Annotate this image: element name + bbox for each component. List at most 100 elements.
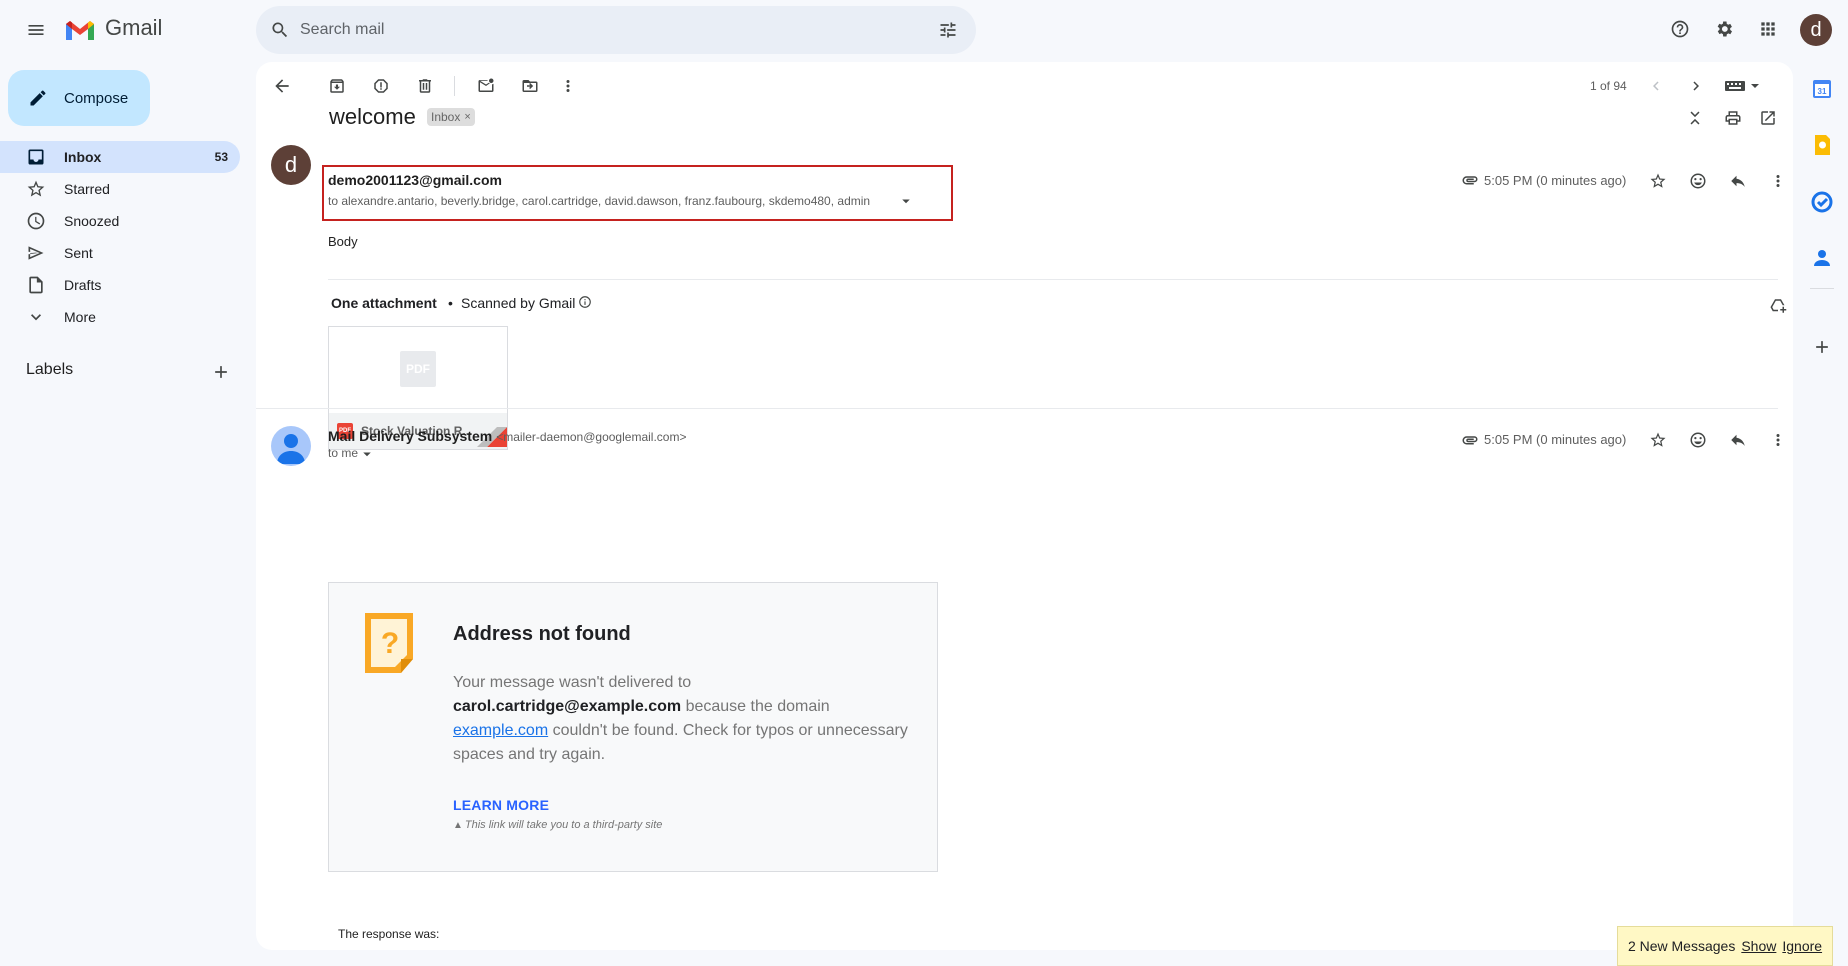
ignore-link[interactable]: Ignore bbox=[1782, 938, 1822, 954]
attachment-divider bbox=[328, 279, 1778, 280]
bounce-text-1: Your message wasn't delivered to bbox=[453, 674, 692, 691]
recipients-list: to alexandre.antario, beverly.bridge, ca… bbox=[328, 194, 871, 208]
new-messages-text: 2 New Messages bbox=[1627, 938, 1736, 954]
inbox-label-chip[interactable]: Inbox × bbox=[427, 108, 475, 126]
remove-label-close-icon[interactable]: × bbox=[464, 111, 470, 123]
app-name: Gmail bbox=[105, 15, 163, 40]
settings-gear-icon[interactable] bbox=[1712, 17, 1736, 41]
account-avatar[interactable]: d bbox=[1800, 14, 1832, 46]
more-options-icon[interactable] bbox=[556, 74, 580, 98]
bounce-text-2: because the domain bbox=[681, 698, 830, 715]
search-icon[interactable] bbox=[268, 18, 292, 42]
attachment-paperclip-icon bbox=[1458, 168, 1482, 192]
compose-button[interactable]: Compose bbox=[8, 70, 150, 126]
contacts-icon[interactable] bbox=[1810, 246, 1834, 270]
sender-avatar[interactable]: d bbox=[271, 145, 311, 185]
print-icon[interactable] bbox=[1721, 106, 1745, 130]
pagination-text: 1 of 94 bbox=[1590, 79, 1627, 93]
unread-count: 53 bbox=[214, 150, 228, 164]
sidebar-item-label: Drafts bbox=[64, 277, 102, 293]
third-party-note-text: This link will take you to a third-party… bbox=[464, 819, 663, 831]
recipients-to-me: to me bbox=[328, 446, 359, 460]
search-input[interactable] bbox=[300, 6, 900, 54]
report-spam-icon[interactable] bbox=[369, 74, 393, 98]
domain-link[interactable]: example.com bbox=[453, 722, 548, 739]
show-link[interactable]: Show bbox=[1741, 938, 1776, 954]
archive-icon[interactable] bbox=[325, 74, 349, 98]
message-more-options-icon[interactable] bbox=[1766, 428, 1790, 452]
sidebar-item-drafts[interactable]: Drafts bbox=[0, 269, 240, 301]
back-arrow-icon[interactable] bbox=[270, 74, 294, 98]
sender-address: <mailer-daemon@googlemail.com> bbox=[496, 430, 687, 444]
bullet-separator: • bbox=[448, 295, 453, 311]
third-party-note: ▲ This link will take you to a third-par… bbox=[453, 819, 662, 831]
bounce-message: Your message wasn't delivered to carol.c… bbox=[453, 671, 913, 767]
svg-text:31: 31 bbox=[1818, 87, 1827, 96]
search-bar[interactable] bbox=[256, 6, 976, 54]
add-reaction-emoji-icon[interactable] bbox=[1686, 169, 1710, 193]
newer-chevron-left-icon[interactable] bbox=[1644, 74, 1668, 98]
input-tools-keyboard-icon[interactable] bbox=[1724, 78, 1762, 94]
attachment-heading: One attachment bbox=[331, 295, 437, 311]
email-subject: welcome bbox=[329, 104, 416, 129]
sender-email[interactable]: demo2001123@gmail.com bbox=[328, 172, 502, 188]
save-to-drive-icon[interactable] bbox=[1766, 294, 1790, 318]
svg-text:?: ? bbox=[381, 627, 399, 660]
bounce-address: carol.cartridge@example.com bbox=[453, 698, 682, 715]
sidebar-item-label: Snoozed bbox=[64, 213, 120, 229]
default-person-avatar-icon[interactable] bbox=[271, 426, 311, 466]
sender-name[interactable]: Mail Delivery Subsystem bbox=[328, 428, 492, 444]
show-details-caret-icon[interactable] bbox=[355, 442, 379, 466]
star-icon[interactable] bbox=[1646, 428, 1670, 452]
toolbar-divider bbox=[454, 76, 455, 96]
response-label: The response was: bbox=[338, 927, 440, 941]
tasks-icon[interactable] bbox=[1810, 190, 1834, 214]
mark-unread-icon[interactable] bbox=[474, 74, 498, 98]
search-options-icon[interactable] bbox=[936, 18, 960, 42]
warning-question-note-icon: ? bbox=[365, 613, 415, 673]
calendar-icon[interactable]: 31 bbox=[1810, 77, 1834, 101]
pencil-icon bbox=[26, 86, 50, 110]
reply-icon[interactable] bbox=[1726, 428, 1750, 452]
message-divider bbox=[256, 408, 1778, 409]
collapse-all-icon[interactable] bbox=[1683, 106, 1707, 130]
info-icon[interactable] bbox=[577, 294, 593, 310]
sidebar-item-snoozed[interactable]: Snoozed bbox=[0, 205, 240, 237]
trash-icon[interactable] bbox=[413, 74, 437, 98]
older-chevron-right-icon[interactable] bbox=[1684, 74, 1708, 98]
bounce-title: Address not found bbox=[453, 623, 631, 645]
gmail-logo-icon[interactable] bbox=[64, 18, 96, 42]
show-details-caret-icon[interactable] bbox=[894, 189, 918, 213]
label-chip-text: Inbox bbox=[431, 110, 461, 124]
clock-icon bbox=[26, 211, 46, 231]
sidebar-item-sent[interactable]: Sent bbox=[0, 237, 240, 269]
attachment-thumbnail: PDF bbox=[329, 327, 507, 413]
warning-triangle-icon: ▲ bbox=[453, 819, 463, 831]
pdf-thumbnail-icon: PDF bbox=[400, 351, 436, 387]
keep-icon[interactable] bbox=[1810, 133, 1834, 157]
sidebar-item-inbox[interactable]: Inbox 53 bbox=[0, 141, 240, 173]
apps-grid-icon[interactable] bbox=[1756, 17, 1780, 41]
message-time: 5:05 PM (0 minutes ago) bbox=[1484, 173, 1627, 188]
sidebar-item-label: Inbox bbox=[64, 149, 102, 165]
add-label-plus-icon[interactable] bbox=[209, 360, 233, 384]
sidebar-item-label: More bbox=[64, 309, 96, 325]
add-reaction-emoji-icon[interactable] bbox=[1686, 428, 1710, 452]
star-icon[interactable] bbox=[1646, 169, 1670, 193]
message-body: Body bbox=[328, 234, 358, 249]
new-messages-toast: 2 New Messages Show Ignore bbox=[1617, 926, 1833, 966]
open-new-window-icon[interactable] bbox=[1756, 106, 1780, 130]
get-addons-plus-icon[interactable] bbox=[1810, 335, 1834, 359]
learn-more-link[interactable]: LEARN MORE bbox=[453, 797, 549, 813]
inbox-icon bbox=[26, 147, 46, 167]
reply-icon[interactable] bbox=[1726, 169, 1750, 193]
sidebar-item-more[interactable]: More bbox=[0, 301, 240, 333]
message-more-options-icon[interactable] bbox=[1766, 169, 1790, 193]
attachment-paperclip-icon bbox=[1458, 428, 1482, 452]
rail-divider bbox=[1810, 288, 1834, 289]
main-menu-icon[interactable] bbox=[24, 18, 48, 42]
help-icon[interactable] bbox=[1668, 17, 1692, 41]
move-to-icon[interactable] bbox=[518, 74, 542, 98]
sidebar-item-starred[interactable]: Starred bbox=[0, 173, 240, 205]
chevron-down-icon bbox=[26, 307, 46, 327]
